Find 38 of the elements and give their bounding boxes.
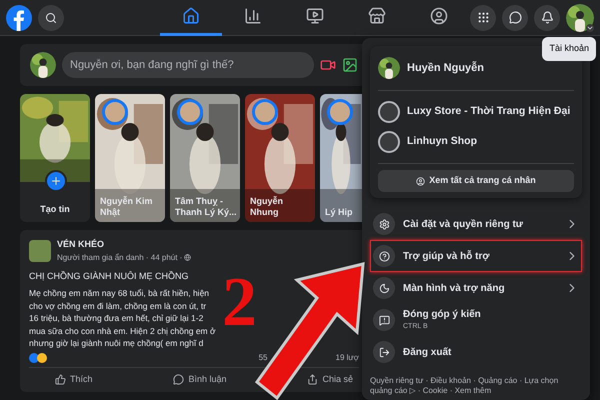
post-action[interactable]: Thích — [49, 370, 99, 388]
menu-item-label: Cài đặt và quyền riêng tư — [403, 218, 524, 232]
step-number: 2 — [222, 268, 257, 338]
menu-item-label: Đăng xuất — [403, 346, 452, 360]
group-name[interactable]: VÉN KHÉO — [57, 238, 192, 252]
create-story-card[interactable]: Tạo tin — [20, 94, 90, 222]
story-card[interactable]: Nguyễn Nhung — [245, 94, 315, 222]
post-title: CHỊ CHỒNG GIÀNH NUÔI MẸ CHỒNG — [29, 270, 190, 282]
story-label: Nguyễn Nhung — [250, 196, 284, 218]
share-count: 19 lượ — [336, 352, 359, 364]
menu-item-label: Màn hình và trợ năng — [403, 282, 506, 296]
menu-item[interactable]: Đăng xuất — [370, 336, 582, 368]
post-text-line: nhưng giờ lại giành nuôi mẹ chồng( em nghĩ d — [29, 337, 204, 350]
see-all-profiles-button[interactable]: Xem tất cả trang cá nhân — [378, 170, 574, 192]
page-name[interactable]: Luxy Store - Thời Trang Hiện Đại — [407, 104, 570, 120]
post-text-line: cho vợ chồng em đi làm, chồng em là con út, tr — [29, 300, 208, 312]
page-name[interactable]: Linhuyn Shop — [407, 134, 477, 150]
story-label: Tạo tin — [39, 202, 71, 216]
story-label: Lý Hip — [325, 207, 354, 218]
post-text-line: 16 triệu, bà thường đưa em hết, chỉ giữ lại 1-2 — [29, 312, 204, 324]
menu-item-label: Trợ giúp và hỗ trợ — [403, 249, 490, 264]
menu-item[interactable]: Trợ giúp và hỗ trợ — [370, 240, 582, 272]
story-label: Tâm Thuỵ - Thanh Lý Ký... — [175, 196, 237, 218]
post-text-line: Mẹ chồng em năm nay 68 tuổi, bà rất hiền, hiện — [29, 287, 210, 300]
menu-item-label: Đóng góp ý kiến — [403, 308, 482, 322]
post-text-line: mua sữa cho con nhà em. Hiện 2 chị chồng em ở — [29, 324, 217, 337]
menu-item[interactable]: Cài đặt và quyền riêng tư — [370, 208, 582, 240]
footer-links: Quyền riêng tư · Điều khoản · Quảng cáo · Lựa chọn quảng cáo ▷ · Cookie · Xem thêm — [370, 376, 560, 396]
story-card[interactable]: Lý Hip — [320, 94, 362, 222]
post-meta: Người tham gia ẩn danh · 44 phút · — [57, 252, 182, 264]
tooltip: Tài khoản — [542, 37, 596, 60]
post-action[interactable]: Bình luận — [167, 370, 233, 388]
menu-item[interactable]: Màn hình và trợ năng — [370, 272, 582, 304]
story-card[interactable]: Tâm Thuỵ - Thanh Lý Ký... — [170, 94, 240, 222]
comment-count: 55 — [258, 352, 268, 364]
story-label: Nguyễn Kim Nhật — [100, 196, 154, 218]
post-action[interactable]: Chia sẻ — [301, 370, 359, 388]
profile-name[interactable]: Huyền Nguyễn — [407, 60, 484, 76]
